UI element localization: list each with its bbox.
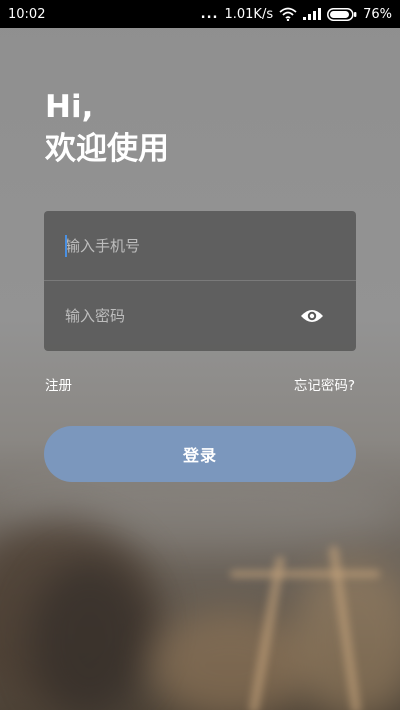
battery-icon [327, 7, 357, 21]
login-form-card [44, 211, 356, 351]
signal-icon [303, 8, 322, 20]
status-time: 10:02 [8, 6, 46, 22]
welcome-heading: Hi, 欢迎使用 [45, 86, 169, 170]
eye-icon[interactable] [300, 307, 324, 325]
phone-input[interactable] [65, 237, 295, 255]
text-caret [65, 235, 67, 257]
forgot-password-link[interactable]: 忘记密码? [294, 374, 355, 394]
wifi-icon [279, 7, 297, 21]
register-link[interactable]: 注册 [45, 374, 72, 394]
password-field-row [44, 281, 356, 351]
phone-field-row [44, 211, 356, 281]
status-indicators: ... 1.01K/s 76% [201, 7, 392, 22]
battery-percent: 76% [363, 6, 392, 22]
status-bar: 10:02 ... 1.01K/s 76% [0, 0, 400, 28]
network-speed: 1.01K/s [224, 6, 274, 22]
greeting-line-1: Hi, [45, 89, 94, 125]
signal-dots: ... [200, 6, 219, 22]
login-button[interactable]: 登录 [44, 426, 356, 482]
password-input[interactable] [65, 307, 295, 325]
greeting-line-2: 欢迎使用 [45, 131, 169, 167]
